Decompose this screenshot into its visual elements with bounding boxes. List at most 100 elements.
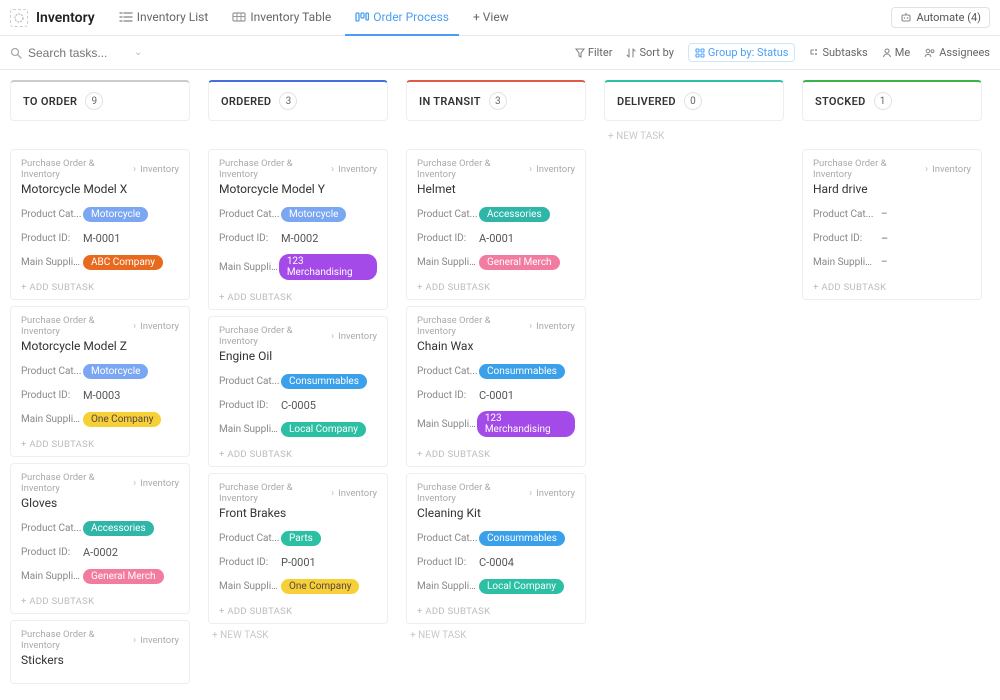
tab-inventory-table[interactable]: Inventory Table [222,0,341,36]
add-subtask-button[interactable]: + ADD SUBTASK [219,288,377,303]
task-card[interactable]: Purchase Order & Inventory›Inventory Eng… [208,316,388,467]
product-id-value: M-0001 [83,232,120,245]
add-subtask-button[interactable]: + ADD SUBTASK [813,278,971,293]
tag-pill[interactable]: General Merch [479,255,560,270]
card-title: Helmet [417,182,575,196]
card-title: Motorcycle Model X [21,182,179,196]
column-header[interactable]: IN TRANSIT 3 [406,80,586,121]
automate-label: Automate (4) [916,11,981,24]
field-label-supplier: Main Supplier: [21,414,83,425]
filter-button[interactable]: Filter [575,46,613,59]
me-label: Me [895,46,910,59]
add-subtask-button[interactable]: + ADD SUBTASK [219,602,377,617]
task-card[interactable]: Purchase Order & Inventory›Inventory Mot… [208,149,388,310]
tab-label: + View [473,10,509,24]
sortby-button[interactable]: Sort by [626,46,673,59]
kanban-board: TO ORDER 9 Purchase Order & Inventory›In… [0,70,1000,700]
tag-pill[interactable]: Consummables [281,374,367,389]
tab-add-view[interactable]: + View [463,0,519,36]
column-header[interactable]: ORDERED 3 [208,80,388,121]
field-label-category: Product Cat... [21,366,83,377]
board-column: ORDERED 3 Purchase Order & Inventory›Inv… [208,80,388,690]
tab-order-process[interactable]: Order Process [345,0,459,36]
field-label-supplier: Main Supplier: [417,419,477,430]
task-card[interactable]: Purchase Order & Inventory›Inventory Mot… [10,306,190,457]
card-title: Chain Wax [417,339,575,353]
subtasks-label: Subtasks [822,46,867,59]
add-subtask-button[interactable]: + ADD SUBTASK [21,278,179,293]
tag-pill[interactable]: 123 Merchandising [477,411,575,437]
field-label-product-id: Product ID: [417,233,479,244]
user-icon [882,48,892,58]
tag-pill[interactable]: Accessories [479,207,550,222]
add-subtask-button[interactable]: + ADD SUBTASK [21,435,179,450]
tag-pill[interactable]: Consummables [479,364,565,379]
add-subtask-button[interactable]: + ADD SUBTASK [417,602,575,617]
groupby-button[interactable]: Group by: Status [688,43,796,62]
tab-label: Inventory List [137,10,209,24]
task-card[interactable]: Purchase Order & Inventory›Inventory Har… [802,149,982,300]
subtasks-button[interactable]: Subtasks [809,46,867,59]
assignees-button[interactable]: Assignees [924,46,990,59]
tag-pill[interactable]: Consummables [479,531,565,546]
task-card[interactable]: Purchase Order & Inventory›Inventory Glo… [10,463,190,614]
column-header[interactable]: TO ORDER 9 [10,80,190,121]
tag-pill[interactable]: Motorcycle [281,207,346,222]
field-label-supplier: Main Supplier: [417,257,479,268]
me-button[interactable]: Me [882,46,910,59]
column-header[interactable]: DELIVERED 0 [604,80,784,121]
breadcrumb: Purchase Order & Inventory›Inventory [417,482,575,504]
column-name: STOCKED [815,95,866,108]
tag-pill[interactable]: Local Company [479,579,564,594]
add-subtask-button[interactable]: + ADD SUBTASK [417,278,575,293]
task-card[interactable]: Purchase Order & Inventory›Inventory Cha… [406,306,586,467]
tag-pill[interactable]: One Company [281,579,359,594]
field-label-category: Product Cat... [417,366,479,377]
chevron-down-icon[interactable]: ⌄ [134,47,142,58]
automate-button[interactable]: Automate (4) [891,7,990,28]
column-header[interactable]: STOCKED 1 [802,80,982,121]
product-id-value: C-0005 [281,399,316,412]
board-column: TO ORDER 9 Purchase Order & Inventory›In… [10,80,190,690]
tag-pill[interactable]: Accessories [83,521,154,536]
search-icon [10,47,22,59]
field-label-product-id: Product ID: [219,557,281,568]
tag-pill[interactable]: Motorcycle [83,207,148,222]
tag-pill[interactable]: General Merch [83,569,164,584]
product-id-value: A-0001 [479,232,514,245]
add-subtask-button[interactable]: + ADD SUBTASK [219,445,377,460]
new-task-button[interactable]: + NEW TASK [406,630,586,641]
assignees-label: Assignees [939,46,990,59]
field-label-product-id: Product ID: [417,390,479,401]
board-column: DELIVERED 0 + NEW TASK [604,80,784,690]
new-task-button[interactable]: + NEW TASK [604,131,784,142]
card-title: Engine Oil [219,349,377,363]
task-card[interactable]: Purchase Order & Inventory›Inventory Sti… [10,620,190,684]
task-card[interactable]: Purchase Order & Inventory›Inventory Cle… [406,473,586,624]
tag-pill[interactable]: ABC Company [83,255,163,270]
task-card[interactable]: Purchase Order & Inventory›Inventory Mot… [10,149,190,300]
breadcrumb: Purchase Order & Inventory›Inventory [21,158,179,180]
breadcrumb: Purchase Order & Inventory›Inventory [219,158,377,180]
search-box[interactable]: ⌄ [10,46,160,60]
tag-pill[interactable]: Local Company [281,422,366,437]
robot-icon [900,12,912,24]
tag-pill[interactable]: One Company [83,412,161,427]
empty-value: – [875,257,888,268]
tag-pill[interactable]: Motorcycle [83,364,148,379]
search-input[interactable] [28,46,128,60]
task-card[interactable]: Purchase Order & Inventory›Inventory Hel… [406,149,586,300]
product-id-value: C-0001 [479,389,514,402]
column-count: 1 [874,92,892,110]
field-label-supplier: Main Supplier: [219,424,281,435]
new-task-button[interactable]: + NEW TASK [208,630,388,641]
field-label-product-id: Product ID: [813,233,875,244]
task-card[interactable]: Purchase Order & Inventory›Inventory Fro… [208,473,388,624]
subtasks-icon [809,48,819,58]
tab-inventory-list[interactable]: Inventory List [109,0,219,36]
card-title: Front Brakes [219,506,377,520]
add-subtask-button[interactable]: + ADD SUBTASK [417,445,575,460]
tag-pill[interactable]: Parts [281,531,321,546]
add-subtask-button[interactable]: + ADD SUBTASK [21,592,179,607]
tag-pill[interactable]: 123 Merchandising [279,254,377,280]
